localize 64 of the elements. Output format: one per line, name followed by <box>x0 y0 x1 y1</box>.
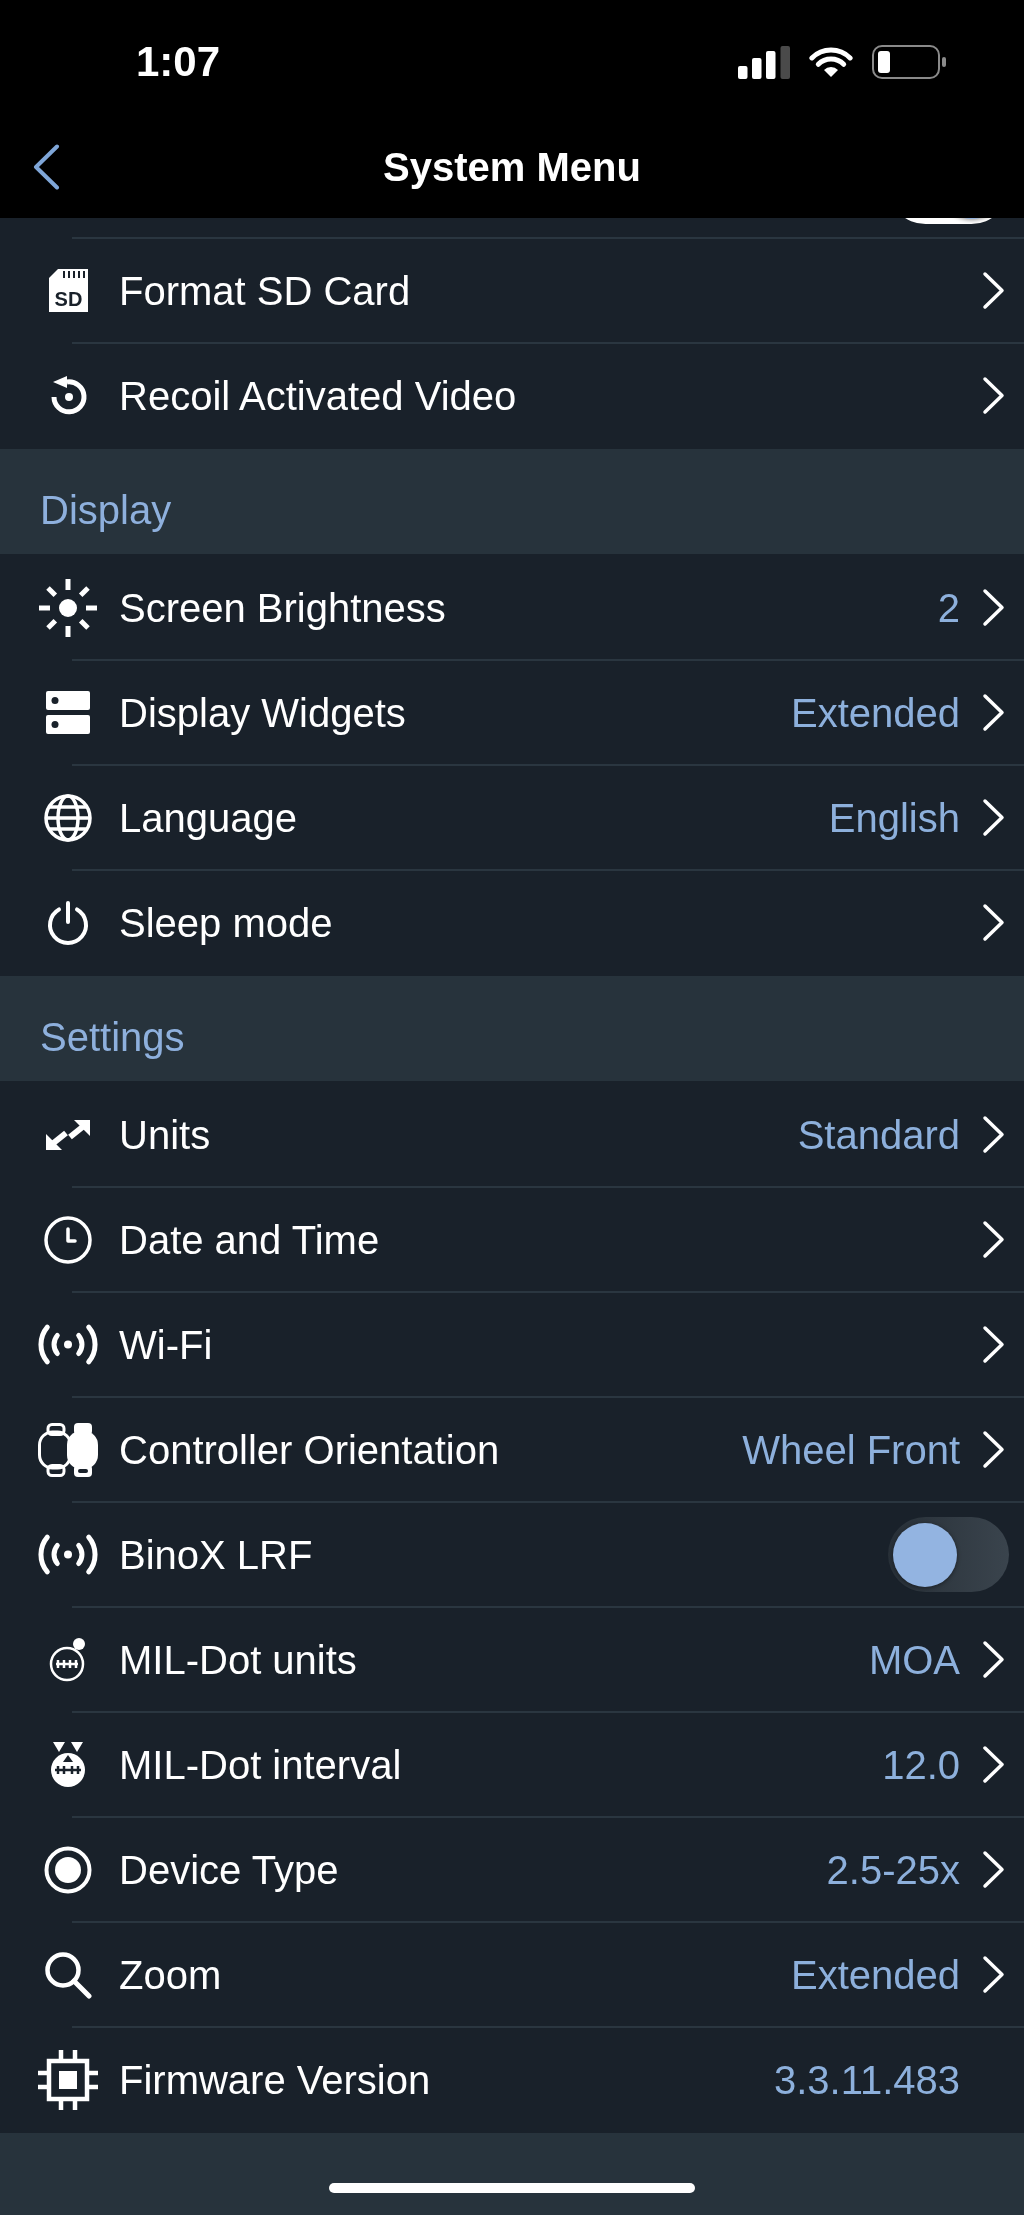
chevron-right-icon <box>982 1745 1005 1784</box>
chevron-right-icon <box>982 1220 1005 1259</box>
watch-pair-icon <box>38 1422 98 1477</box>
setting-label[interactable]: Recoil Activated Video <box>119 372 517 419</box>
status-time: 1:07 <box>136 38 221 86</box>
section-title: Settings <box>40 1014 185 1060</box>
sun-icon <box>38 577 98 638</box>
setting-label[interactable]: Zoom <box>119 1951 222 1998</box>
chevron-right-icon <box>982 1850 1005 1889</box>
broadcast-icon <box>38 1323 98 1366</box>
chevron-right-icon <box>982 1325 1005 1364</box>
globe-icon <box>44 793 92 842</box>
setting-label[interactable]: Language <box>119 794 297 841</box>
setting-value: Extended <box>790 689 960 736</box>
chip-icon <box>38 2049 98 2110</box>
section-title: Display <box>40 487 172 533</box>
signal-icon <box>738 45 790 79</box>
chevron-right-icon <box>982 1955 1005 1994</box>
reticle-triangles-icon <box>49 1742 87 1787</box>
setting-value: MOA <box>868 1636 960 1683</box>
setting-label[interactable]: Display Widgets <box>119 689 406 736</box>
setting-label[interactable]: MIL-Dot units <box>119 1636 357 1683</box>
setting-value: 2.5-25x <box>826 1846 960 1893</box>
setting-value: English <box>828 794 960 841</box>
reticle-dot-icon <box>49 1637 87 1682</box>
chevron-right-icon <box>982 1640 1005 1679</box>
chevron-right-icon <box>982 271 1005 310</box>
setting-label[interactable]: Screen Brightness <box>119 584 446 631</box>
setting-value: Wheel Front <box>742 1426 960 1473</box>
setting-label[interactable]: MIL-Dot interval <box>119 1741 402 1788</box>
diagonal-arrows-icon <box>46 1119 90 1150</box>
setting-label[interactable]: Controller Orientation <box>119 1426 500 1473</box>
setting-label[interactable]: Wi-Fi <box>119 1321 213 1368</box>
setting-label[interactable]: Device Type <box>119 1846 339 1893</box>
page-title: System Menu <box>383 144 641 190</box>
setting-value: 2 <box>937 584 960 631</box>
target-circle-icon <box>44 1845 92 1894</box>
setting-label[interactable]: Sleep mode <box>119 899 333 946</box>
wifi-icon <box>809 45 853 79</box>
setting-value: 3.3.11.483 <box>773 2056 960 2103</box>
setting-label: Firmware Version <box>119 2056 431 2103</box>
chevron-right-icon <box>982 903 1005 942</box>
stacked-panels-icon <box>46 691 90 734</box>
setting-value: Standard <box>797 1111 960 1158</box>
setting-label[interactable]: Units <box>119 1111 211 1158</box>
search-icon <box>44 1950 92 1999</box>
chevron-right-icon <box>982 693 1005 732</box>
broadcast-icon <box>38 1533 98 1576</box>
setting-label: BinoX LRF <box>119 1531 313 1578</box>
setting-value: Extended <box>790 1951 960 1998</box>
battery-icon <box>872 45 946 79</box>
setting-label[interactable]: Date and Time <box>119 1216 380 1263</box>
chevron-right-icon <box>982 1115 1005 1154</box>
back-button[interactable] <box>33 144 60 190</box>
chevron-right-icon <box>982 1430 1005 1469</box>
chevron-right-icon <box>982 376 1005 415</box>
setting-label[interactable]: Format SD Card <box>119 267 411 314</box>
power-icon <box>46 900 90 945</box>
setting-value: 12.0 <box>882 1741 960 1788</box>
sd-card-icon: SD <box>48 269 88 312</box>
chevron-left-icon <box>33 144 60 190</box>
chevron-right-icon <box>982 798 1005 837</box>
chevron-right-icon <box>982 588 1005 627</box>
clock-icon <box>44 1215 92 1264</box>
